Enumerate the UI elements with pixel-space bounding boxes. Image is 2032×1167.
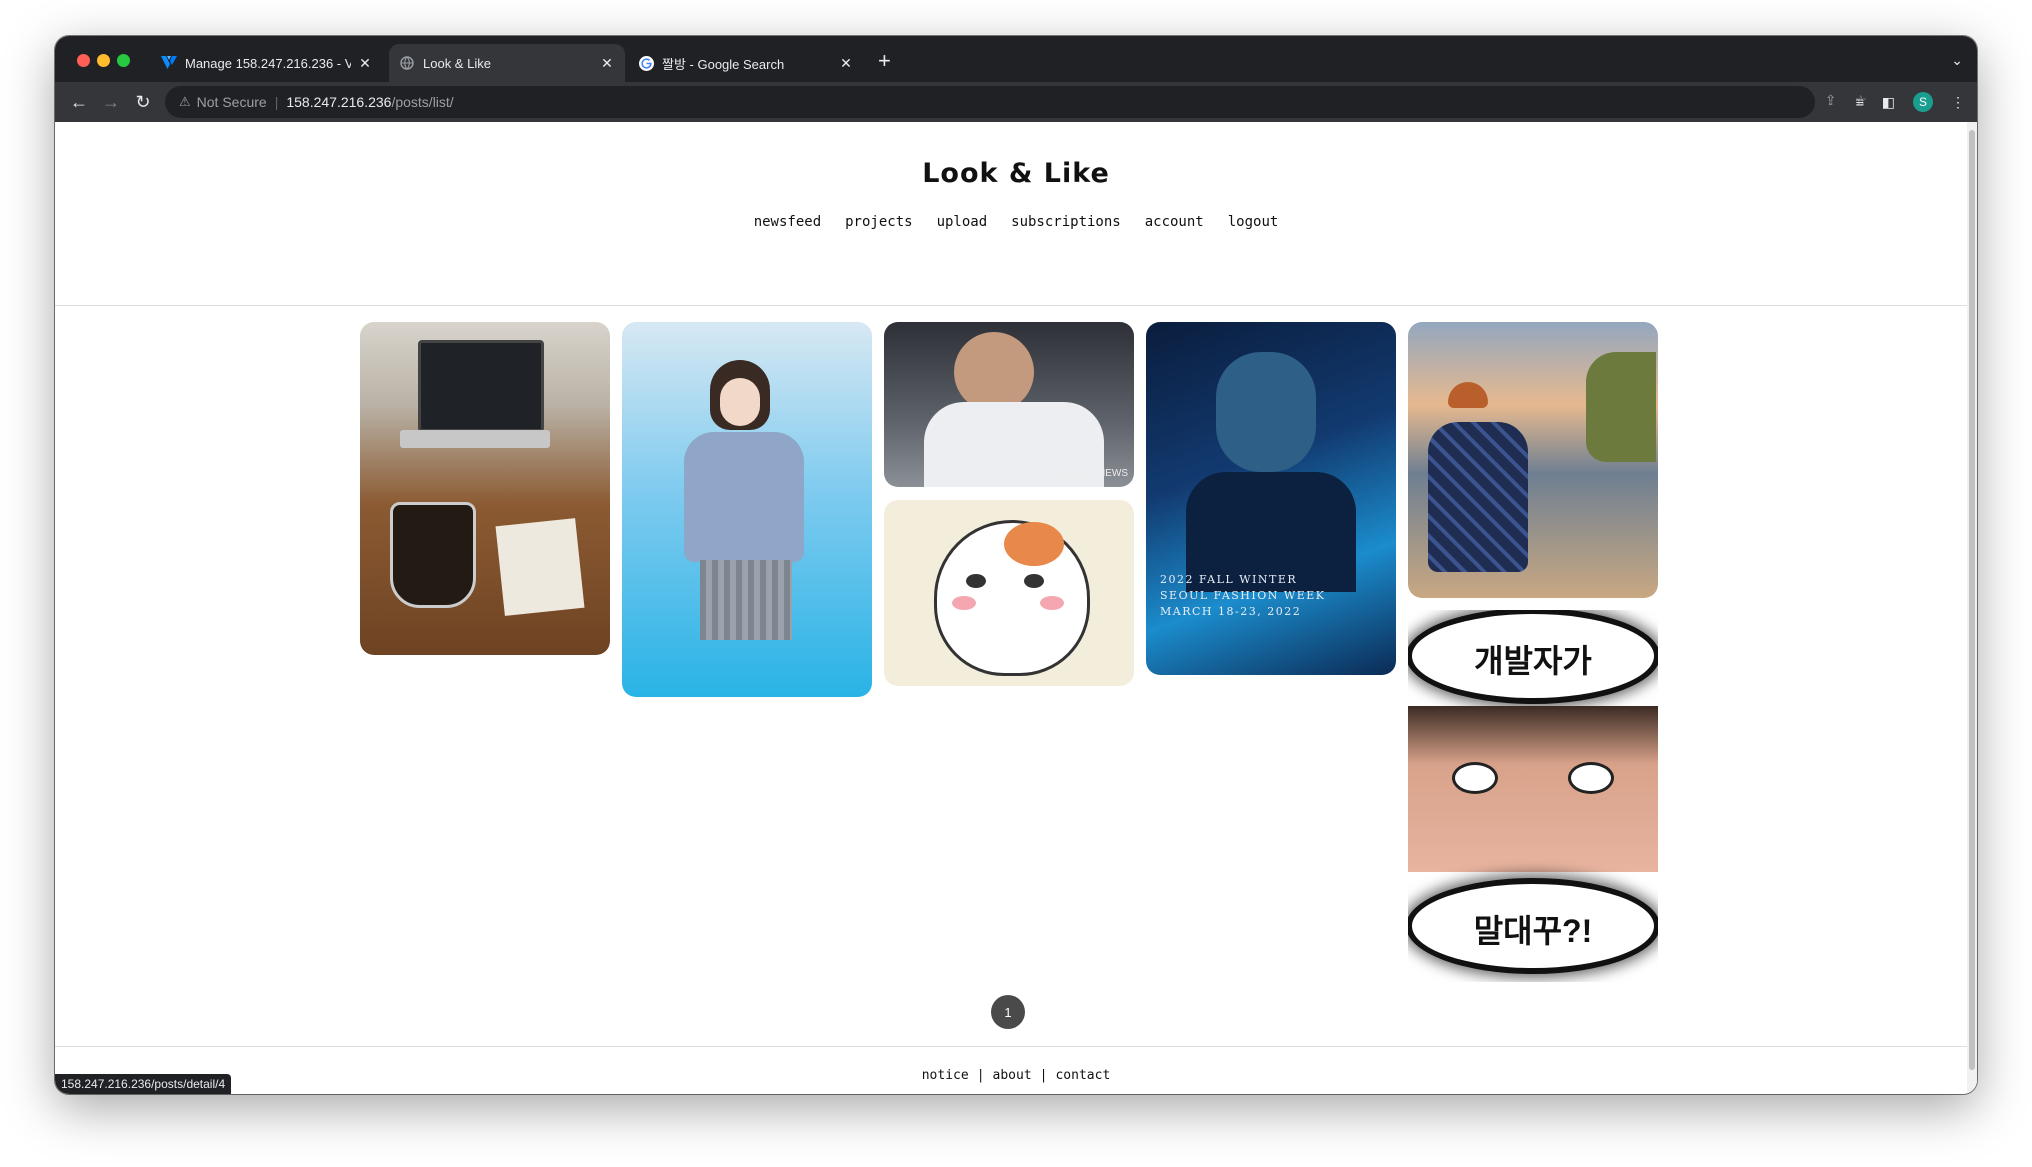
hamster-eye-right [1024,574,1044,588]
comic-eye-left [1452,762,1498,794]
close-tab-icon[interactable]: ✕ [357,55,373,72]
player-head [954,332,1034,412]
post-laptop-cafe[interactable] [360,322,610,655]
face [720,378,760,426]
post-crying-hamster[interactable] [884,500,1134,686]
hamster-eye-left [966,574,986,588]
close-window-button[interactable] [77,54,90,67]
vultr-icon [161,55,177,71]
poster-line: 2022 FALL WINTER [1160,573,1298,586]
tab-search-chevron-icon[interactable]: ⌄ [1951,52,1963,69]
footer-notice[interactable]: notice [922,1068,969,1083]
browser-toolbar: ← → ↻ ⚠ Not Secure | 158.247.216.236 /po… [55,82,1977,122]
pleated-skirt [700,560,792,640]
side-panel-icon[interactable]: ◧ [1882,94,1895,111]
hamster-patch [1004,522,1064,566]
comic-eye-right [1568,762,1614,794]
warning-triangle-icon: ⚠ [179,94,191,109]
coffee-carafe [390,502,476,608]
status-bar-url: 158.247.216.236/posts/detail/4 [55,1074,232,1094]
footer-separator: | [976,1068,985,1083]
reload-icon[interactable]: ↻ [131,90,155,114]
nav-account[interactable]: account [1145,214,1204,230]
tab-google-search[interactable]: 짤방 - Google Search ✕ [628,44,864,82]
forward-arrow-icon[interactable]: → [99,90,123,114]
nav-subscriptions[interactable]: subscriptions [1011,214,1121,230]
background-sign [808,582,868,652]
comic-face-panel [1408,706,1658,872]
tab-title: Look & Like [423,55,491,71]
header-divider [55,305,1977,306]
back-arrow-icon[interactable]: ← [67,90,91,114]
man-face [1216,352,1316,472]
close-tab-icon[interactable]: ✕ [599,55,615,72]
menu-card [495,518,585,616]
scrollbar-thumb[interactable] [1969,130,1975,1070]
new-tab-button[interactable]: + [878,50,891,72]
google-icon [638,55,654,71]
footer-contact[interactable]: contact [1055,1068,1110,1083]
poster-text: 2022 FALL WINTER SEOUL FASHION WEEK MARC… [1160,572,1325,620]
post-comic-meme[interactable]: 개발자가 말대꾸?! [1408,610,1658,982]
close-tab-icon[interactable]: ✕ [838,55,854,72]
pagination-page-1[interactable]: 1 [991,995,1025,1029]
post-fashion-week-poster[interactable]: 2022 FALL WINTER SEOUL FASHION WEEK MARC… [1146,322,1396,675]
watermark: YONHAP NEWS [1053,468,1128,479]
footer-links: notice | about | contact [55,1068,1977,1083]
hamster-cheek [1040,596,1064,610]
address-divider: | [274,94,279,110]
tab-title: Manage 158.247.216.236 - Vul [185,55,351,71]
post-soccer-player[interactable]: YONHAP NEWS [884,322,1134,487]
post-lakeside-person[interactable] [1408,322,1658,598]
address-bar[interactable]: ⚠ Not Secure | 158.247.216.236 /posts/li… [165,86,1815,118]
scrollbar-track[interactable] [1967,122,1977,1094]
tab-bar: Manage 158.247.216.236 - Vul ✕ Look & Li… [55,36,1977,82]
laptop-screen [418,340,544,432]
nav-projects[interactable]: projects [845,214,912,230]
security-label: Not Secure [196,94,267,110]
profile-avatar[interactable]: S [1913,92,1933,112]
footer-about[interactable]: about [993,1068,1032,1083]
post-singer-blue-sweater[interactable] [622,322,872,697]
comic-text-top: 개발자가 [1474,643,1592,679]
tree [1586,352,1656,462]
web-page: Look & Like newsfeed projects upload sub… [55,122,1977,1094]
patterned-jacket [1428,422,1528,572]
maximize-window-button[interactable] [117,54,130,67]
globe-icon [399,55,415,71]
poster-line: SEOUL FASHION WEEK [1160,589,1326,602]
toolbar-actions: ≡ ◧ S ⋮ [1856,92,1965,112]
footer-separator: | [1039,1068,1048,1083]
nav-upload[interactable]: upload [937,214,988,230]
footer-divider [55,1046,1977,1047]
poster-line: MARCH 18-23, 2022 [1160,605,1302,618]
share-icon[interactable]: ⇪ [1825,92,1837,109]
tab-look-and-like[interactable]: Look & Like ✕ [389,44,625,82]
address-path: /posts/list/ [391,94,454,110]
address-host: 158.247.216.236 [286,94,392,110]
minimize-window-button[interactable] [97,54,110,67]
laptop-keyboard [400,430,550,448]
site-title[interactable]: Look & Like [55,158,1977,189]
orange-beanie [1448,382,1488,408]
tab-vultr[interactable]: Manage 158.247.216.236 - Vul ✕ [151,44,383,82]
main-nav: newsfeed projects upload subscriptions a… [55,214,1977,230]
menu-kebab-icon[interactable]: ⋮ [1951,94,1965,111]
nav-logout[interactable]: logout [1228,214,1279,230]
reading-list-icon[interactable]: ≡ [1856,94,1864,110]
hamster-cheek [952,596,976,610]
tab-title: 짤방 - Google Search [662,56,785,72]
nav-newsfeed[interactable]: newsfeed [754,214,821,230]
comic-text-bottom: 말대꾸?! [1473,913,1593,949]
sweater [684,432,804,562]
browser-window: Manage 158.247.216.236 - Vul ✕ Look & Li… [55,36,1977,1094]
